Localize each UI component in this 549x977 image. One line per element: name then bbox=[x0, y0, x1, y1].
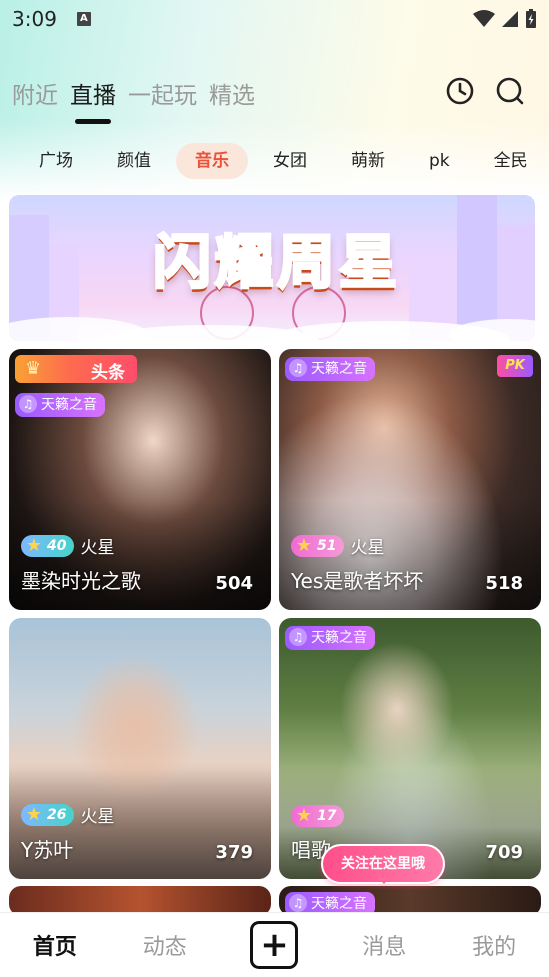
live-card[interactable]: ♛ 头条 天籁之音 ★ 40 火星 墨染时光之歌 504 bbox=[9, 349, 271, 610]
level-row: ★ 51 火星 bbox=[291, 533, 384, 558]
level-row: ★ 17 bbox=[291, 805, 345, 827]
level-badge: ★ 51 bbox=[291, 534, 345, 557]
tab-nearby[interactable]: 附近 bbox=[12, 76, 58, 110]
tab-play-together[interactable]: 一起玩 bbox=[128, 76, 197, 110]
headline-tag: ♛ 头条 bbox=[15, 355, 137, 383]
level-row: ★ 26 火星 bbox=[21, 802, 114, 827]
tianlai-tag: 天籁之音 bbox=[15, 393, 105, 417]
wifi-icon bbox=[473, 10, 495, 27]
category-music[interactable]: 音乐 bbox=[176, 143, 248, 179]
category-newbie[interactable]: 萌新 bbox=[332, 143, 404, 179]
signal-icon bbox=[502, 11, 518, 27]
nav-messages[interactable]: 消息 bbox=[329, 929, 439, 961]
category-girl-group[interactable]: 女团 bbox=[254, 143, 326, 179]
plus-icon: + bbox=[250, 921, 299, 969]
live-card[interactable]: 天籁之音 ★ 17 唱歌 709 bbox=[279, 618, 541, 879]
promo-banner[interactable]: 闪耀周星 bbox=[9, 195, 535, 341]
header-actions bbox=[445, 76, 525, 106]
viewer-count: 709 bbox=[485, 842, 523, 863]
star-icon: ★ bbox=[25, 534, 43, 556]
tab-featured[interactable]: 精选 bbox=[209, 76, 255, 110]
live-card[interactable]: 天籁之音 PK ★ 51 火星 Yes是歌者坏坏 518 bbox=[279, 349, 541, 610]
category-pk[interactable]: pk bbox=[410, 143, 469, 179]
banner-title: 闪耀周星 bbox=[151, 227, 401, 298]
card-title: Yes是歌者坏坏 bbox=[291, 569, 424, 593]
viewer-count: 518 bbox=[485, 573, 523, 594]
live-card[interactable]: ★ 26 火星 Y苏叶 379 bbox=[9, 618, 271, 879]
category-plaza[interactable]: 广场 bbox=[20, 143, 92, 179]
star-icon: ★ bbox=[295, 805, 313, 826]
level-badge: ★ 26 bbox=[21, 803, 75, 826]
history-clock-icon[interactable] bbox=[445, 76, 475, 106]
level-row: ★ 40 火星 bbox=[21, 533, 114, 558]
star-icon: ★ bbox=[25, 803, 43, 825]
level-badge: ★ 17 bbox=[291, 805, 345, 827]
tianlai-tag: 天籁之音 bbox=[285, 357, 375, 381]
nav-profile[interactable]: 我的 bbox=[439, 929, 549, 961]
tianlai-tag: 天籁之音 bbox=[285, 626, 375, 650]
card-title: 墨染时光之歌 bbox=[21, 569, 141, 593]
bottom-navigation: 首页 动态 + 消息 我的 bbox=[0, 912, 549, 977]
category-all-people[interactable]: 全民 bbox=[475, 143, 547, 179]
tab-live[interactable]: 直播 bbox=[70, 76, 116, 110]
pk-badge: PK bbox=[497, 355, 533, 377]
category-tabs: 广场 颜值 音乐 女团 萌新 pk 全民 bbox=[0, 142, 549, 180]
search-icon[interactable] bbox=[495, 76, 525, 106]
battery-icon bbox=[526, 9, 536, 28]
notification-icon: A bbox=[76, 12, 91, 26]
status-icons bbox=[473, 9, 537, 29]
viewer-count: 379 bbox=[215, 842, 253, 863]
star-icon: ★ bbox=[295, 534, 313, 556]
card-title: Y苏叶 bbox=[21, 838, 74, 862]
main-tabs: 附近 直播 一起玩 精选 bbox=[12, 76, 255, 110]
viewer-count: 504 bbox=[215, 573, 253, 594]
crown-icon: ♛ bbox=[25, 358, 42, 379]
status-bar: 3:09 A bbox=[0, 0, 549, 38]
level-badge: ★ 40 bbox=[21, 534, 75, 557]
nav-moments[interactable]: 动态 bbox=[110, 929, 220, 961]
follow-tooltip[interactable]: 关注在这里哦 bbox=[321, 844, 445, 884]
nav-create[interactable]: + bbox=[220, 921, 330, 969]
status-time: 3:09 bbox=[12, 7, 57, 31]
nav-home[interactable]: 首页 bbox=[0, 929, 110, 961]
category-looks[interactable]: 颜值 bbox=[98, 143, 170, 179]
